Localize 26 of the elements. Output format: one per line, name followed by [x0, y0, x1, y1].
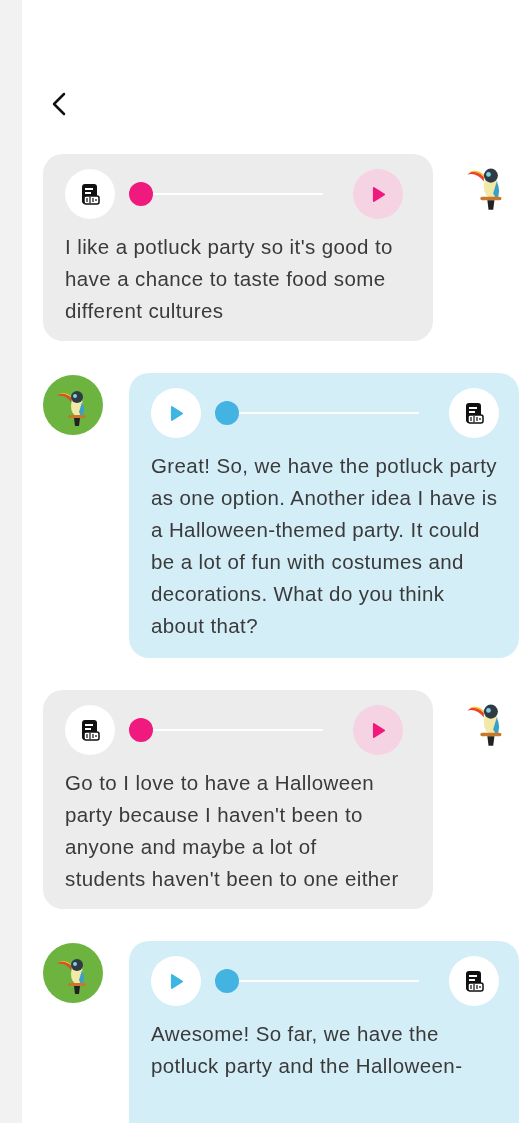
audio-thumb[interactable] [129, 182, 153, 206]
message-text: Awesome! So far, we have the potluck party and the Halloween- [151, 1021, 464, 1079]
play-button[interactable] [151, 388, 201, 438]
audio-thumb[interactable] [215, 969, 239, 993]
toucan-avatar [43, 943, 103, 1003]
transcript-button[interactable] [65, 169, 115, 219]
audio-thumb[interactable] [215, 401, 239, 425]
toucan-avatar [43, 375, 103, 435]
transcript-icon [464, 402, 484, 424]
play-icon [371, 722, 385, 738]
transcript-icon [80, 183, 100, 205]
audio-thumb[interactable] [129, 718, 153, 742]
transcript-icon [464, 970, 484, 992]
transcript-button[interactable] [449, 388, 499, 438]
message-text: Go to I love to have a Halloween party because I haven't been to anyone and maybe a lot of students haven't been to one either [65, 770, 400, 892]
play-icon [169, 973, 183, 989]
play-icon [169, 405, 183, 421]
message-text: I like a potluck party so it's good to have a chance to taste food some different cultures [65, 234, 394, 324]
transcript-button[interactable] [65, 705, 115, 755]
play-button[interactable] [353, 705, 403, 755]
play-button[interactable] [151, 956, 201, 1006]
transcript-button[interactable] [449, 956, 499, 1006]
play-button[interactable] [353, 169, 403, 219]
transcript-icon [80, 719, 100, 741]
message-text: Great! So, we have the potluck party as one option. Another idea I have is a Halloween-themed party. It could be a lot of fun with costumes and decorations. What do you think about that? [151, 453, 499, 639]
play-icon [371, 186, 385, 202]
